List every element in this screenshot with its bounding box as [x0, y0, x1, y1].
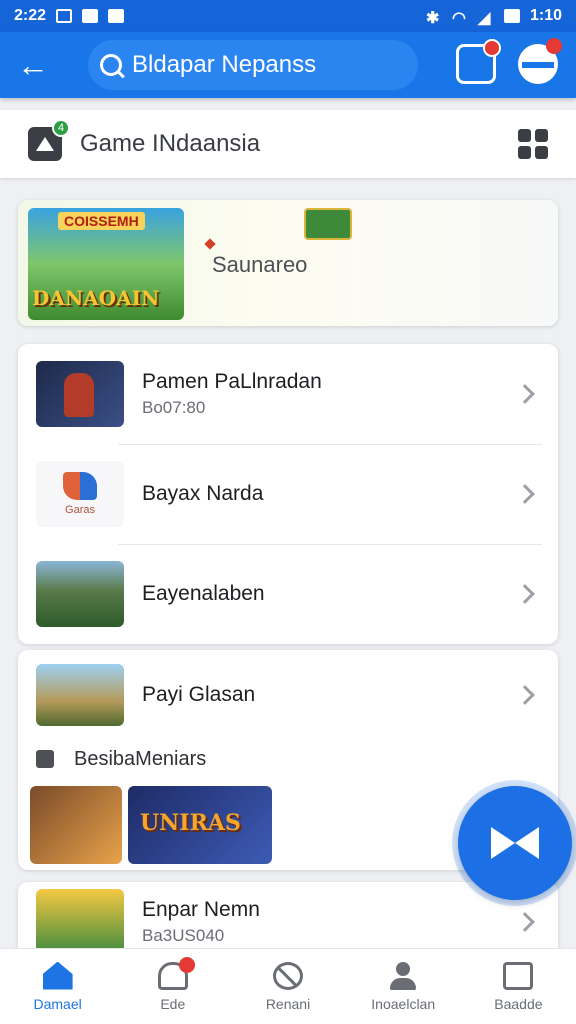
grid-view-button[interactable] [518, 129, 548, 159]
app-bar: ← Bldapar Nepanss [0, 32, 576, 98]
search-bar[interactable]: Bldapar Nepanss [88, 40, 418, 90]
section-header: 4 Game INdaansia [0, 110, 576, 178]
block-icon [273, 961, 303, 990]
game-list-card: Pamen PaLlnradan Bo07:80 Garas Bayax Nar… [18, 344, 558, 644]
nav-item-alerts[interactable]: Ede [115, 949, 230, 1024]
floating-action-button[interactable] [458, 786, 572, 900]
bowtie-icon [491, 823, 539, 863]
arrow-left-icon: ← [17, 46, 49, 83]
list-item[interactable]: Eayenalaben [18, 544, 558, 644]
banner-logo [304, 208, 352, 240]
game-thumbnail [36, 361, 124, 427]
box-icon [503, 961, 534, 990]
bell-icon [157, 956, 195, 990]
item-title: Pamen PaLlnradan [142, 370, 322, 393]
bottom-navigation: Damael Ede Renani Inoaelclan Baadde [0, 948, 576, 1024]
game-thumbnail: Garas [36, 461, 124, 527]
back-button[interactable]: ← [0, 32, 66, 98]
nav-item-profile[interactable]: Inoaelclan [346, 949, 461, 1024]
grid-cell [535, 146, 548, 159]
profile-notification-dot [546, 38, 562, 54]
status-time: 2:22 [14, 7, 47, 24]
item-title: Bayax Narda [142, 482, 264, 505]
chevron-right-icon [515, 685, 535, 705]
section-title: Game INdaansia [80, 130, 261, 157]
chevron-right-icon [515, 384, 535, 404]
search-text: Bldapar Nepanss [132, 51, 317, 78]
banner-marker [204, 238, 216, 250]
chat-button[interactable] [456, 39, 501, 84]
media-thumbnail[interactable] [30, 786, 122, 864]
banner-artwork: COISSEMH DANAOAIN [28, 208, 184, 320]
signal-icon: ◢ [477, 10, 491, 27]
media-section-header: BesibaMeniars [18, 744, 558, 774]
media-thumbnail[interactable]: UNIRAS [128, 786, 272, 864]
game-thumbnail [36, 889, 124, 955]
chevron-right-icon [515, 912, 535, 932]
media-section-label: BesibaMeniars [74, 747, 207, 770]
banner-label: Saunareo [212, 252, 308, 277]
home-icon [42, 961, 73, 990]
featured-banner[interactable]: COISSEMH DANAOAIN Saunareo [18, 200, 558, 326]
count-badge: 4 [52, 119, 70, 137]
battery-icon [503, 9, 520, 23]
chevron-right-icon [515, 484, 535, 504]
nav-label: Renani [265, 995, 311, 1012]
nav-item-blocked[interactable]: Renani [230, 949, 345, 1024]
status-clock: 1:10 [529, 7, 562, 24]
nav-item-library[interactable]: Baadde [461, 949, 576, 1024]
profile-button[interactable] [518, 38, 562, 84]
notification-icon [56, 9, 73, 23]
game-thumbnail [36, 561, 124, 627]
banner-art-title: DANAOAIN [32, 286, 160, 310]
media-notification-icon [108, 9, 125, 23]
bluetooth-icon: ✱ [425, 10, 440, 27]
item-subtitle: Bo07:80 [142, 398, 206, 417]
game-thumbnail [36, 664, 124, 726]
thumbnail-caption: Garas [65, 504, 95, 516]
app-notification-icon [82, 9, 99, 23]
list-item[interactable]: Payi Glasan [18, 650, 558, 740]
grid-cell [518, 129, 531, 142]
media-wordmark: UNIRAS [140, 810, 241, 836]
list-item[interactable]: Pamen PaLlnradan Bo07:80 [18, 344, 558, 444]
list-item[interactable]: Garas Bayax Narda [18, 444, 558, 544]
wifi-icon: ◠ [451, 10, 466, 27]
app-logo-icon [63, 472, 97, 500]
category-icon [36, 750, 54, 768]
grid-cell [518, 146, 531, 159]
nav-label: Damael [33, 995, 82, 1012]
chevron-right-icon [515, 584, 535, 604]
chat-notification-dot [483, 39, 501, 57]
grid-cell [535, 129, 548, 142]
nav-label: Inoaelclan [371, 995, 436, 1012]
search-icon [100, 54, 122, 76]
person-icon [388, 961, 418, 990]
game-icon: 4 [28, 119, 70, 161]
status-bar: 2:22 ✱ ◠ ◢ 1:10 [0, 0, 576, 32]
item-title: Payi Glasan [142, 683, 256, 706]
banner-art-tag: COISSEMH [58, 212, 145, 230]
nav-item-home[interactable]: Damael [0, 949, 115, 1024]
item-title: Eayenalaben [142, 582, 265, 605]
nav-label: Ede [160, 995, 186, 1012]
nav-label: Baadde [494, 995, 543, 1012]
item-subtitle: Ba3US040 [142, 926, 225, 945]
alert-dot [178, 956, 195, 973]
item-title: Enpar Nemn [142, 898, 260, 921]
